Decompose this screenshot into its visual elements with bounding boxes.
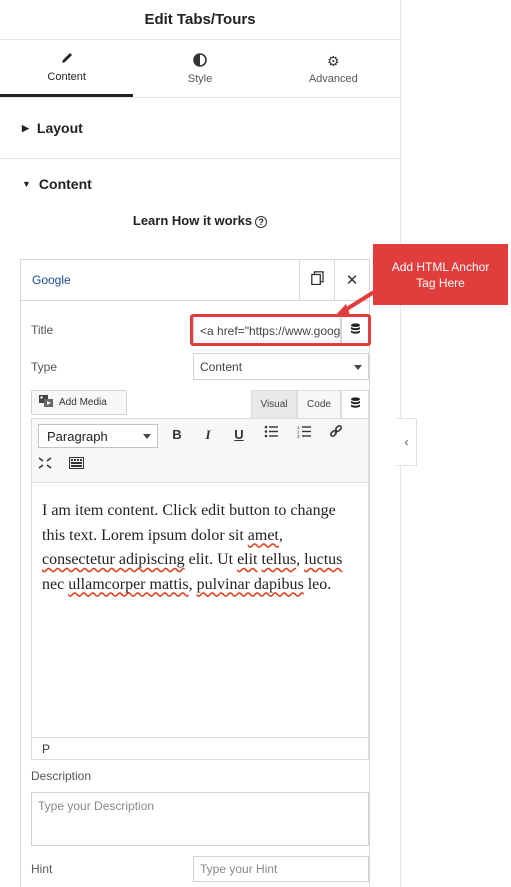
type-select[interactable]: Content xyxy=(193,353,369,380)
tab-style[interactable]: Style xyxy=(133,40,266,97)
editor-toolbar: Paragraph B I U 123 xyxy=(32,419,368,483)
content-text: tellus xyxy=(261,551,297,568)
panel-tabs: Content Style ⚙ Advanced xyxy=(0,40,400,98)
content-text: elit xyxy=(237,551,258,568)
description-label: Description xyxy=(31,769,92,783)
section-layout[interactable]: ▶ Layout xyxy=(0,98,400,159)
content-text: , xyxy=(188,575,197,593)
content-text: nec xyxy=(42,575,69,593)
tab-advanced-label: Advanced xyxy=(308,72,358,85)
gear-icon: ⚙ xyxy=(327,52,340,69)
annotation-callout: Add HTML Anchor Tag Here xyxy=(373,244,508,305)
hint-input[interactable]: Type your Hint xyxy=(193,856,369,882)
repeater-item: Google ✕ Title <a href="https://www.goog… xyxy=(20,259,370,887)
content-text: I am item content. Click edit button to … xyxy=(42,502,336,544)
link-icon[interactable] xyxy=(326,425,346,442)
type-label: Type xyxy=(31,360,58,374)
duplicate-button[interactable] xyxy=(299,260,334,300)
chevron-down-icon xyxy=(143,434,151,439)
hint-placeholder: Type your Hint xyxy=(200,862,278,876)
visual-tab[interactable]: Visual xyxy=(251,390,297,419)
format-select-value: Paragraph xyxy=(47,428,108,444)
learn-how-label: Learn How it works xyxy=(132,213,253,228)
close-icon: ✕ xyxy=(345,272,359,289)
status-path-label: P xyxy=(42,741,51,756)
editor-status-path: P xyxy=(32,737,368,759)
underline-icon[interactable]: U xyxy=(229,427,249,442)
learn-how-link[interactable]: Learn How it works? xyxy=(0,213,400,233)
content-text: amet xyxy=(247,526,279,544)
content-text: ullamcorper mattis xyxy=(68,575,189,593)
svg-text:3: 3 xyxy=(297,434,300,438)
chevron-down-icon xyxy=(354,364,362,370)
fullscreen-icon[interactable] xyxy=(35,457,55,472)
editor-content[interactable]: I am item content. Click edit button to … xyxy=(32,483,368,613)
editor-panel: Edit Tabs/Tours Content Style ⚙ Advanced… xyxy=(0,0,401,887)
content-text: consectetur adipiscing xyxy=(42,551,185,568)
tab-advanced[interactable]: ⚙ Advanced xyxy=(267,40,400,97)
section-content[interactable]: ▼ Content xyxy=(0,159,400,209)
description-textarea[interactable]: Type your Description xyxy=(31,792,369,846)
collapse-panel-button[interactable]: ‹ xyxy=(397,418,417,466)
content-text: elit. Ut xyxy=(184,551,238,568)
copy-icon xyxy=(310,271,324,289)
database-icon xyxy=(350,397,361,412)
format-select[interactable]: Paragraph xyxy=(38,424,158,448)
media-icon xyxy=(38,394,54,411)
hint-label: Hint xyxy=(31,862,53,876)
tab-style-label: Style xyxy=(187,72,213,85)
italic-icon[interactable]: I xyxy=(198,427,218,443)
add-media-button[interactable]: Add Media xyxy=(31,390,127,415)
title-label: Title xyxy=(31,323,54,337)
type-select-value: Content xyxy=(200,359,243,374)
caret-right-icon: ▶ xyxy=(22,122,29,133)
section-content-label: Content xyxy=(38,176,92,192)
content-text: leo. xyxy=(303,575,332,593)
numbered-list-icon[interactable]: 123 xyxy=(294,425,314,441)
toolbar-toggle-icon[interactable] xyxy=(66,457,86,472)
tab-content-label: Content xyxy=(47,71,86,83)
add-media-label: Add Media xyxy=(59,397,107,408)
bullet-list-icon[interactable] xyxy=(261,425,281,441)
editor-dynamic-tags-button[interactable] xyxy=(341,390,369,419)
bold-icon[interactable]: B xyxy=(167,427,187,442)
help-icon: ? xyxy=(255,216,268,228)
repeater-item-title: Google xyxy=(32,273,71,287)
panel-title: Edit Tabs/Tours xyxy=(0,0,400,40)
chevron-left-icon: ‹ xyxy=(404,435,409,449)
preview-area xyxy=(401,0,511,887)
section-layout-label: Layout xyxy=(36,120,83,136)
wysiwyg-editor: Paragraph B I U 123 I am item content. C… xyxy=(31,418,369,760)
repeater-item-header[interactable]: Google ✕ xyxy=(21,260,369,301)
code-tab[interactable]: Code xyxy=(297,390,341,419)
content-text: , xyxy=(296,551,305,568)
caret-down-icon: ▼ xyxy=(22,179,31,189)
content-text: , xyxy=(278,526,283,544)
content-text: luctus xyxy=(304,551,343,568)
content-text: pulvinar dapibus xyxy=(196,575,304,593)
description-placeholder: Type your Description xyxy=(38,799,155,813)
contrast-icon xyxy=(193,52,207,69)
pencil-icon xyxy=(60,51,74,67)
tab-content[interactable]: Content xyxy=(0,40,134,97)
